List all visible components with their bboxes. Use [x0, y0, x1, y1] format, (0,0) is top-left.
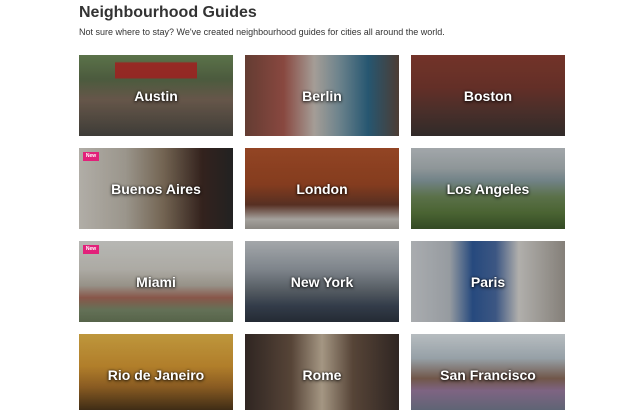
neighbourhood-guides-page: Neighbourhood Guides Not sure where to s…: [0, 0, 640, 410]
guide-card-label: Boston: [463, 87, 513, 104]
guide-card-london[interactable]: London: [245, 148, 399, 229]
guide-card-label: Paris: [470, 273, 506, 290]
guide-card-rio-de-janeiro[interactable]: Rio de Janeiro: [79, 334, 233, 410]
guide-card-label: San Francisco: [440, 366, 536, 383]
new-badge: New: [83, 245, 99, 254]
guide-card-miami[interactable]: New Miami: [79, 241, 233, 322]
guide-card-boston[interactable]: Boston: [411, 55, 565, 136]
guide-card-label: Buenos Aires: [111, 180, 201, 197]
guide-card-paris[interactable]: Paris: [411, 241, 565, 322]
page-title: Neighbourhood Guides: [79, 4, 257, 21]
guide-card-label: Rio de Janeiro: [107, 366, 205, 383]
guide-card-austin[interactable]: Austin: [79, 55, 233, 136]
guide-card-label: Berlin: [302, 87, 342, 104]
guide-card-berlin[interactable]: Berlin: [245, 55, 399, 136]
guide-card-label: Los Angeles: [446, 180, 530, 197]
guide-card-los-angeles[interactable]: Los Angeles: [411, 148, 565, 229]
guide-card-new-york[interactable]: New York: [245, 241, 399, 322]
guide-card-san-francisco[interactable]: San Francisco: [411, 334, 565, 410]
guide-card-label: Rome: [302, 366, 342, 383]
guide-card-label: New York: [290, 273, 354, 290]
guide-card-label: Austin: [134, 87, 178, 104]
guide-card-label: Miami: [136, 273, 176, 290]
guide-card-buenos-aires[interactable]: New Buenos Aires: [79, 148, 233, 229]
guide-card-label: London: [296, 180, 348, 197]
new-badge: New: [83, 152, 99, 161]
guide-card-rome[interactable]: Rome: [245, 334, 399, 410]
page-subtitle: Not sure where to stay? We've created ne…: [79, 27, 445, 37]
